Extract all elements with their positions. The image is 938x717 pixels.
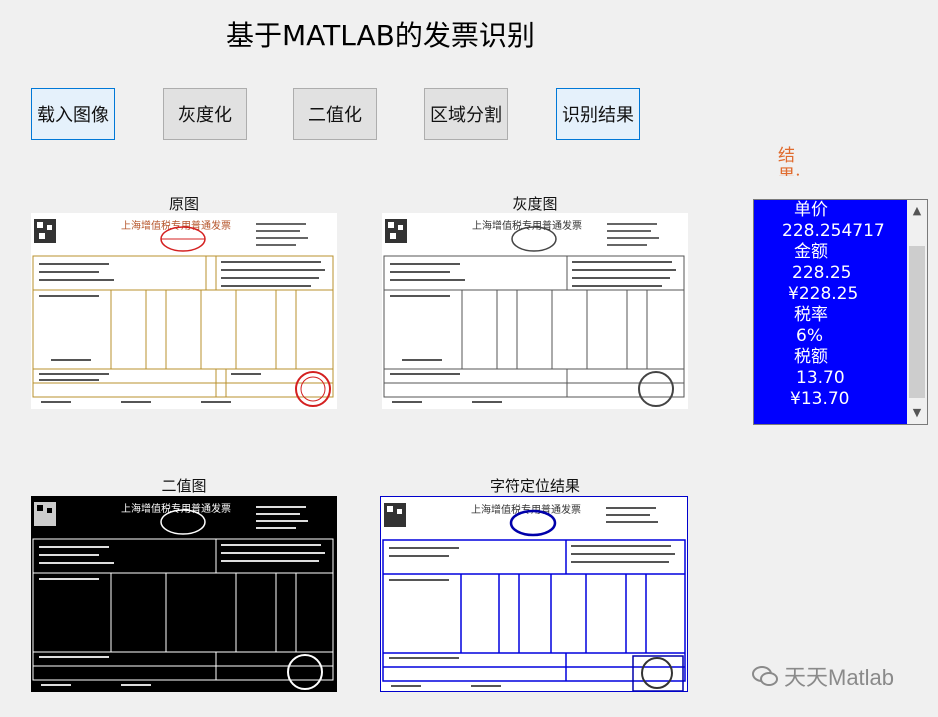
grayscale-button[interactable]: 灰度化	[163, 88, 247, 140]
list-item[interactable]: 单价	[754, 200, 909, 221]
watermark: 天天Matlab	[752, 660, 894, 692]
locate-image: 上海增值税专用普通发票	[380, 496, 688, 692]
result-list: 单价 228.254717 金额 228.25 ¥228.25 税率 6% 税额…	[754, 200, 909, 424]
caption-locate: 字符定位结果	[489, 477, 580, 495]
list-item[interactable]: 税额	[754, 347, 909, 368]
caption-binary: 二值图	[161, 477, 207, 495]
list-item[interactable]: ¥13.70	[754, 389, 909, 410]
chevron-down-icon[interactable]: ▼	[907, 404, 927, 422]
wechat-icon	[752, 666, 778, 686]
list-item[interactable]: 6%	[754, 326, 909, 347]
list-item[interactable]: 228.25	[754, 263, 909, 284]
list-item[interactable]: 13.70	[754, 368, 909, 389]
recognize-result-button[interactable]: 识别结果	[556, 88, 640, 140]
list-item[interactable]: 228.254717	[754, 221, 909, 242]
invoice-header: 上海增值税专用普通发票	[471, 503, 581, 516]
result-label: 结果:	[778, 146, 801, 176]
app-title: 基于MATLAB的发票识别	[226, 19, 535, 52]
invoice-header: 上海增值税专用普通发票	[472, 219, 582, 232]
original-image: 上海增值税专用普通发票	[31, 213, 337, 409]
load-image-button[interactable]: 载入图像	[31, 88, 115, 140]
scroll-thumb[interactable]	[909, 246, 925, 398]
watermark-text: 天天Matlab	[784, 665, 895, 690]
invoice-header: 上海增值税专用普通发票	[121, 219, 231, 232]
result-listbox[interactable]: 单价 228.254717 金额 228.25 ¥228.25 税率 6% 税额…	[753, 199, 928, 425]
binarize-button[interactable]: 二值化	[293, 88, 377, 140]
scrollbar[interactable]: ▲ ▼	[907, 200, 927, 424]
gray-image: 上海增值税专用普通发票	[382, 213, 688, 409]
caption-gray: 灰度图	[512, 195, 558, 213]
caption-original: 原图	[168, 195, 199, 213]
list-item[interactable]: 金额	[754, 242, 909, 263]
list-item[interactable]: ¥228.25	[754, 284, 909, 305]
segment-button[interactable]: 区域分割	[424, 88, 508, 140]
list-item[interactable]: 税率	[754, 305, 909, 326]
invoice-header: 上海增值税专用普通发票	[121, 502, 231, 515]
chevron-up-icon[interactable]: ▲	[907, 202, 927, 220]
binary-image: 上海增值税专用普通发票	[31, 496, 337, 692]
